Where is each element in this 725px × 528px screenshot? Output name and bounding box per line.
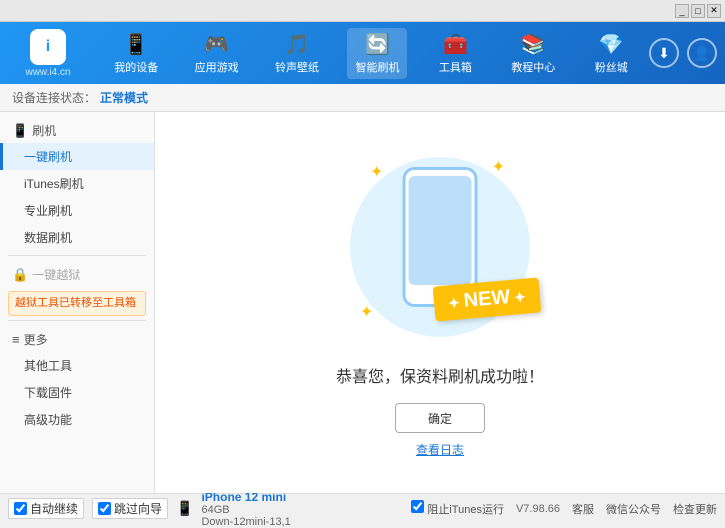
sidebar-item-data-flash[interactable]: 数据刷机 (0, 224, 154, 251)
download-button[interactable]: ⬇ (649, 38, 679, 68)
pro-flash-label: 专业刷机 (24, 204, 72, 218)
itunes-status: 阻止iTunes运行 (407, 500, 508, 517)
sidebar-section-more: ≡ 更多 (0, 325, 154, 352)
nav-label-fan-city: 粉丝城 (595, 59, 628, 75)
device-firmware: Down-12mini-13,1 (201, 516, 290, 528)
bottom-bar: 自动继续 跳过向导 📱 iPhone 12 mini 64GB Down-12m… (0, 493, 725, 523)
sidebar-item-pro-flash[interactable]: 专业刷机 (0, 197, 154, 224)
one-click-flash-label: 一键刷机 (24, 150, 72, 164)
advanced-label: 高级功能 (24, 413, 72, 427)
bottom-bar-right: V7.98.66 客服 微信公众号 检查更新 (516, 501, 717, 517)
sidebar: 📱 刷机 一键刷机 iTunes刷机 专业刷机 数据刷机 🔒 一键越狱 越狱工具… (0, 112, 155, 493)
via-wizard-label: 跳过向导 (114, 500, 162, 517)
auto-flash-checkbox[interactable]: 自动继续 (8, 498, 84, 519)
via-wizard-checkbox[interactable]: 跳过向导 (92, 498, 168, 519)
nav-icon-toolbox: 🧰 (443, 32, 468, 57)
device-icon: 📱 (176, 500, 193, 517)
sidebar-item-download-firmware[interactable]: 下载固件 (0, 379, 154, 406)
flash-section-title: 刷机 (32, 122, 56, 139)
jailbreak-section-icon: 🔒 (12, 267, 28, 283)
title-bar: _ □ ✕ (0, 0, 725, 22)
success-message: 恭喜您，保资料刷机成功啦！ (336, 363, 544, 387)
nav-label-my-device: 我的设备 (114, 59, 158, 75)
jailbreak-section-title: 一键越狱 (32, 266, 80, 283)
maximize-button[interactable]: □ (691, 4, 705, 18)
nav-icon-tutorials: 📚 (521, 32, 546, 57)
nav-label-ringtones: 铃声壁纸 (275, 59, 319, 75)
sparkle-3: ✦ (360, 302, 373, 322)
header: i www.i4.cn 📱 我的设备 🎮 应用游戏 🎵 铃声壁纸 🔄 智能刷机 … (0, 22, 725, 84)
logo-subtitle: www.i4.cn (25, 67, 70, 78)
jailbreak-notice: 越狱工具已转移至工具箱 (8, 291, 146, 316)
itunes-checkbox[interactable] (411, 500, 424, 513)
confirm-button[interactable]: 确定 (395, 403, 485, 433)
status-value: 正常模式 (100, 89, 148, 106)
nav-icon-fan-city: 💎 (599, 32, 624, 57)
nav-items: 📱 我的设备 🎮 应用游戏 🎵 铃声壁纸 🔄 智能刷机 🧰 工具箱 📚 教程中心… (96, 28, 649, 79)
nav-icon-smart-flash: 🔄 (365, 32, 390, 57)
more-section-title: 更多 (24, 331, 48, 348)
nav-icon-ringtones: 🎵 (285, 32, 310, 57)
nav-item-my-device[interactable]: 📱 我的设备 (106, 28, 166, 79)
bottom-bar-left: 自动继续 跳过向导 📱 iPhone 12 mini 64GB Down-12m… (8, 490, 399, 528)
version-text: V7.98.66 (516, 503, 560, 515)
download-firmware-label: 下载固件 (24, 386, 72, 400)
nav-label-toolbox: 工具箱 (439, 59, 472, 75)
nav-item-fan-city[interactable]: 💎 粉丝城 (584, 28, 639, 79)
sidebar-divider-2 (8, 320, 146, 321)
logo: i www.i4.cn (8, 29, 88, 78)
nav-icon-apps-games: 🎮 (204, 32, 229, 57)
status-bar: 设备连接状态： 正常模式 (0, 84, 725, 112)
sidebar-section-flash: 📱 刷机 (0, 116, 154, 143)
device-info: iPhone 12 mini 64GB Down-12mini-13,1 (201, 490, 290, 528)
jailbreak-notice-text: 越狱工具已转移至工具箱 (15, 297, 136, 309)
sidebar-item-advanced[interactable]: 高级功能 (0, 406, 154, 433)
nav-item-apps-games[interactable]: 🎮 应用游戏 (187, 28, 247, 79)
account-button[interactable]: 👤 (687, 38, 717, 68)
nav-label-tutorials: 教程中心 (511, 59, 555, 75)
nav-item-ringtones[interactable]: 🎵 铃声壁纸 (267, 28, 327, 79)
other-tools-label: 其他工具 (24, 359, 72, 373)
phone-screen (409, 176, 472, 285)
status-label: 设备连接状态： (12, 89, 96, 106)
content-area: ✦ ✦ ✦ NEW 恭喜您，保资料刷机成功啦！ 确定 查看日志 (155, 112, 725, 493)
nav-item-toolbox[interactable]: 🧰 工具箱 (428, 28, 483, 79)
auto-flash-input[interactable] (14, 502, 27, 515)
sidebar-item-other-tools[interactable]: 其他工具 (0, 352, 154, 379)
sidebar-item-itunes-flash[interactable]: iTunes刷机 (0, 170, 154, 197)
check-update-link[interactable]: 检查更新 (673, 501, 717, 517)
flash-section-icon: 📱 (12, 123, 28, 139)
data-flash-label: 数据刷机 (24, 231, 72, 245)
auto-flash-label: 自动继续 (30, 500, 78, 517)
secondary-link[interactable]: 查看日志 (416, 441, 464, 458)
nav-label-smart-flash: 智能刷机 (355, 59, 399, 75)
via-wizard-input[interactable] (98, 502, 111, 515)
more-section-icon: ≡ (12, 332, 20, 347)
device-storage: 64GB (201, 504, 290, 516)
main-area: 📱 刷机 一键刷机 iTunes刷机 专业刷机 数据刷机 🔒 一键越狱 越狱工具… (0, 112, 725, 493)
sparkle-2: ✦ (492, 157, 505, 177)
logo-icon-text: i (46, 38, 50, 56)
sparkle-1: ✦ (370, 162, 383, 182)
device-section: 📱 iPhone 12 mini 64GB Down-12mini-13,1 (176, 490, 291, 528)
nav-item-tutorials[interactable]: 📚 教程中心 (503, 28, 563, 79)
nav-label-apps-games: 应用游戏 (195, 59, 239, 75)
customer-service-link[interactable]: 客服 (572, 501, 594, 517)
logo-icon: i (30, 29, 66, 65)
sidebar-section-jailbreak: 🔒 一键越狱 (0, 260, 154, 287)
sidebar-item-one-click-flash[interactable]: 一键刷机 (0, 143, 154, 170)
device-storage-text: 64GB (201, 504, 229, 516)
itunes-flash-label: iTunes刷机 (24, 177, 84, 191)
minimize-button[interactable]: _ (675, 4, 689, 18)
header-right: ⬇ 👤 (649, 38, 717, 68)
nav-icon-my-device: 📱 (124, 32, 149, 57)
nav-item-smart-flash[interactable]: 🔄 智能刷机 (347, 28, 407, 79)
phone-illustration: ✦ ✦ ✦ NEW (340, 147, 540, 347)
sidebar-divider-1 (8, 255, 146, 256)
wechat-official-link[interactable]: 微信公众号 (606, 501, 661, 517)
close-button[interactable]: ✕ (707, 4, 721, 18)
window-controls[interactable]: _ □ ✕ (675, 4, 721, 18)
itunes-status-label: 阻止iTunes运行 (427, 504, 504, 516)
